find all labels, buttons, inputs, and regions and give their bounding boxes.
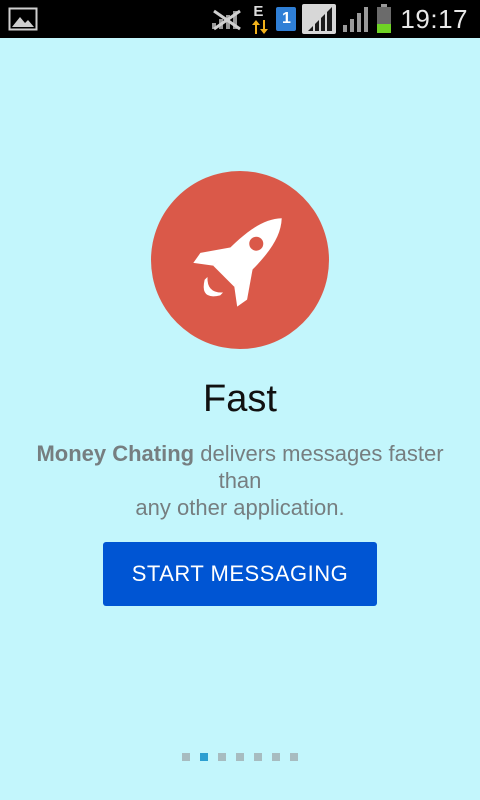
page-dot[interactable] xyxy=(218,753,226,761)
description: Money Chating delivers messages faster t… xyxy=(20,440,460,521)
page-dot[interactable] xyxy=(236,753,244,761)
description-line-1: Money Chating delivers messages faster xyxy=(20,440,460,467)
status-icons: E 1 19:17 xyxy=(210,0,468,38)
hero-circle xyxy=(151,171,329,349)
page-dot[interactable] xyxy=(272,753,280,761)
no-signal-icon xyxy=(212,9,242,31)
gallery-icon xyxy=(8,7,38,31)
rocket-icon xyxy=(193,218,282,307)
brand-name: Money Chating xyxy=(36,441,195,466)
signal-icon xyxy=(302,4,337,34)
page-dot[interactable] xyxy=(200,753,208,761)
page-dot[interactable] xyxy=(254,753,262,761)
description-line-3: any other application. xyxy=(135,495,345,520)
page-title: Fast xyxy=(203,378,277,420)
description-text-1: delivers messages faster xyxy=(200,441,444,466)
sim-icon: 1 xyxy=(276,7,297,31)
start-messaging-button[interactable]: START MESSAGING xyxy=(103,542,377,606)
data-arrows-icon: E xyxy=(250,2,270,36)
page-indicator xyxy=(0,753,480,761)
status-time: 19:17 xyxy=(400,3,468,34)
page-dot[interactable] xyxy=(290,753,298,761)
description-line-2: than xyxy=(218,468,262,493)
signal-icon xyxy=(343,7,369,32)
page-dot[interactable] xyxy=(182,753,190,761)
battery-icon xyxy=(377,4,392,33)
network-type-label: E xyxy=(253,3,264,20)
status-bar: E 1 19:17 xyxy=(0,0,480,38)
